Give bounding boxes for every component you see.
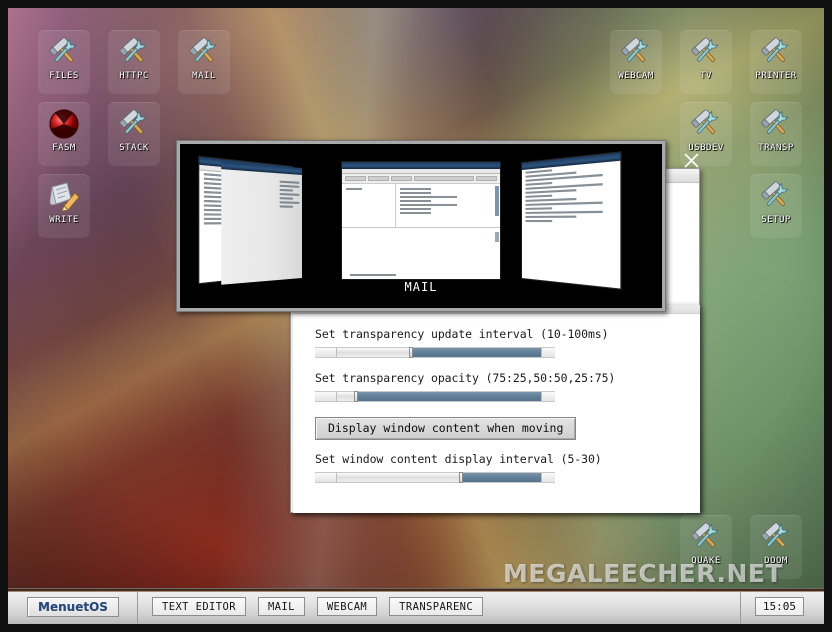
desktop-root: FILES HTTPC MAIL FASM STACK WRITE WEBCAM TV PRI… [0, 0, 832, 632]
slider-window-content-display-interval[interactable] [315, 472, 555, 483]
preview-list-columns [342, 184, 500, 227]
desktop-icon-label: USBDEV [688, 143, 724, 153]
desktop-icon-printer[interactable]: PRINTER [750, 30, 802, 94]
label-transparency-update-interval: Set transparency update interval (10-100… [315, 327, 609, 341]
taskbar: MenuetOS TEXT EDITOR MAIL WEBCAM TRANSPAREN… [8, 588, 824, 624]
desktop-icon-setup[interactable]: SETUP [750, 174, 802, 238]
screen-area: FILES HTTPC MAIL FASM STACK WRITE WEBCAM TV PRI… [8, 8, 824, 624]
slider-handle[interactable] [459, 472, 463, 483]
preview-content [522, 163, 621, 289]
tools-icon [117, 107, 151, 141]
switcher-preview-left-near[interactable] [221, 161, 302, 285]
desktop-icon-label: WRITE [49, 215, 79, 225]
desktop-icon-label: TV [700, 71, 712, 81]
tools-icon [759, 520, 793, 554]
preview-scrollbar-2 [495, 232, 499, 242]
transparency-window-body: Set transparency update interval (10-100… [293, 314, 700, 483]
tools-icon [689, 107, 723, 141]
tools-icon [47, 35, 81, 69]
desktop-icon-label: PRINTER [755, 71, 797, 81]
desktop-icon-usbdev[interactable]: USBDEV [680, 102, 732, 166]
taskbar-button-text-editor[interactable]: TEXT EDITOR [152, 597, 246, 616]
desktop-icon-label: MAIL [192, 71, 216, 81]
radiation-icon [47, 107, 81, 141]
slider-fill [356, 392, 541, 401]
tools-icon [619, 35, 653, 69]
desktop-icon-webcam[interactable]: WEBCAM [610, 30, 662, 94]
slider-right-cap [541, 348, 555, 357]
preview-content [221, 169, 302, 285]
tools-icon [187, 35, 221, 69]
switcher-selected-title: MAIL [404, 280, 438, 294]
transparency-settings-window[interactable]: Set transparency update interval (10-100… [293, 305, 700, 513]
desktop-icon-label: STACK [119, 143, 149, 153]
slider-fill [461, 473, 541, 482]
desktop-icon-tv[interactable]: TV [680, 30, 732, 94]
slider-right-cap [541, 392, 555, 401]
slider-left-cap [315, 473, 337, 482]
preview-scrollbar [495, 186, 499, 216]
tools-icon [689, 520, 723, 554]
switcher-preview-right[interactable] [522, 152, 621, 289]
preview-toolbar-row [342, 174, 500, 184]
clock[interactable]: 15:05 [754, 597, 804, 616]
desktop-icon-write[interactable]: WRITE [38, 174, 90, 238]
window-switcher-canvas: MAIL [180, 144, 662, 308]
tools-icon [759, 35, 793, 69]
desktop-icon-label: FILES [49, 71, 79, 81]
taskbar-separator [137, 590, 138, 623]
tools-icon [689, 35, 723, 69]
taskbar-button-transparenc[interactable]: TRANSPARENC [389, 597, 484, 616]
desktop-icon-label: DOOM [764, 556, 788, 566]
desktop-icon-files[interactable]: FILES [38, 30, 90, 94]
desktop-icon-label: HTTPC [119, 71, 149, 81]
label-transparency-opacity: Set transparency opacity (75:25,50:50,25… [315, 371, 616, 385]
desktop-icon-label: SETUP [761, 215, 791, 225]
desktop-icon-label: TRANSP [758, 143, 794, 153]
desktop-icon-doom[interactable]: DOOM [750, 515, 802, 579]
label-window-content-display-interval: Set window content display interval (5-3… [315, 452, 602, 466]
slider-handle[interactable] [354, 391, 358, 402]
taskbar-button-mail[interactable]: MAIL [257, 597, 305, 616]
desktop-icon-label: WEBCAM [618, 71, 654, 81]
switcher-preview-center[interactable] [342, 162, 500, 279]
taskbar-button-webcam[interactable]: WEBCAM [316, 597, 378, 616]
desktop-icon-quake[interactable]: QUAKE [680, 515, 732, 579]
start-button-label: MenuetOS [38, 599, 108, 614]
desktop-icon-fasm[interactable]: FASM [38, 102, 90, 166]
desktop-icon-mail[interactable]: MAIL [178, 30, 230, 94]
display-window-content-when-moving-button[interactable]: Display window content when moving [315, 417, 577, 440]
slider-fill [411, 348, 541, 357]
desktop-icon-label: FASM [52, 143, 76, 153]
taskbar-task-list: TEXT EDITOR MAIL WEBCAM TRANSPARENC [152, 597, 495, 616]
tools-icon [759, 107, 793, 141]
taskbar-separator-right [739, 590, 741, 623]
slider-handle[interactable] [409, 347, 413, 358]
slider-transparency-update-interval[interactable] [315, 347, 555, 358]
desktop-icon-httpc[interactable]: HTTPC [108, 30, 160, 94]
desktop-icon-stack[interactable]: STACK [108, 102, 160, 166]
slider-transparency-opacity[interactable] [315, 391, 555, 402]
desktop-icon-transp[interactable]: TRANSP [750, 102, 802, 166]
tools-icon [759, 179, 793, 213]
desktop-icon-label: QUAKE [691, 556, 721, 566]
pencil-scroll-icon [47, 179, 81, 213]
window-switcher[interactable]: MAIL [176, 140, 666, 312]
preview-titlebar [342, 162, 500, 169]
start-button[interactable]: MenuetOS [27, 596, 119, 617]
slider-left-cap [315, 348, 337, 357]
slider-left-cap [315, 392, 337, 401]
tools-icon [117, 35, 151, 69]
slider-right-cap [541, 473, 555, 482]
